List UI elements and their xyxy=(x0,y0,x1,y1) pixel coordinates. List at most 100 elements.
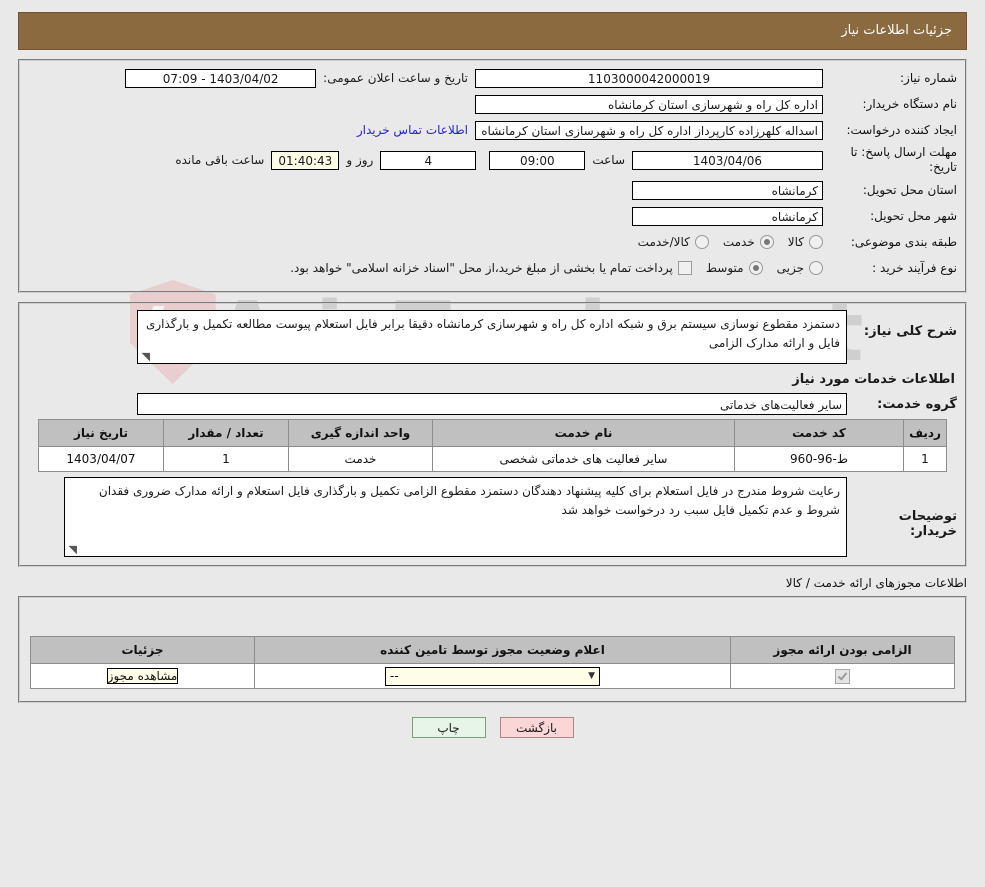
cell-permit-details: مشاهده مجوز xyxy=(30,663,255,689)
countdown-timer-field: 01:40:43 xyxy=(271,150,340,170)
row-requester: ایجاد کننده درخواست: اسداله کلهرزاده کار… xyxy=(28,119,957,141)
category-label: طبقه بندی موضوعی: xyxy=(850,234,957,249)
requester-label: ایجاد کننده درخواست: xyxy=(846,122,957,137)
province-label: استان محل تحویل: xyxy=(862,182,957,197)
col-permit-required: الزامی بودن ارائه مجوز xyxy=(730,636,955,664)
col-qty: تعداد / مقدار xyxy=(163,419,289,447)
col-need-date: تاریخ نیاز xyxy=(38,419,164,447)
row-buyer-org: نام دستگاه خریدار: اداره کل راه و شهرساز… xyxy=(28,93,957,115)
permit-required-checkbox xyxy=(835,668,850,684)
row-buyer-notes: توضیحات خریدار: رعایت شروط مندرج در فایل… xyxy=(28,477,957,557)
description-textarea[interactable]: دستمزد مقطوع نوسازی سیستم برق و شبکه ادا… xyxy=(137,310,847,364)
table-row: ▼ -- مشاهده مجوز xyxy=(30,663,955,689)
city-field: کرمانشاه xyxy=(632,206,823,226)
table-row: 1 ط-96-960 سایر فعالیت های خدماتی شخصی خ… xyxy=(38,446,947,472)
buyer-org-field: اداره کل راه و شهرسازی استان کرمانشاه xyxy=(475,94,823,114)
announce-date-field: 1403/04/02 - 07:09 xyxy=(125,68,317,88)
cell-permit-status: ▼ -- xyxy=(254,663,731,689)
buyer-org-label: نام دستگاه خریدار: xyxy=(862,96,958,111)
print-button[interactable]: چاپ xyxy=(411,717,486,738)
service-group-label: گروه خدمت: xyxy=(877,396,957,412)
radio-icon xyxy=(694,235,709,249)
payment-note-checkbox[interactable]: پرداخت تمام یا بخشی از مبلغ خرید،از محل … xyxy=(290,261,692,275)
permits-table: الزامی بودن ارائه مجوز اعلام وضعیت مجوز … xyxy=(30,636,955,689)
row-service-group: گروه خدمت: سایر فعالیت‌های خدماتی xyxy=(28,393,957,415)
process-radio-jozei[interactable]: جزیی xyxy=(777,261,823,275)
need-number-label: شماره نیاز: xyxy=(900,70,957,85)
footer-buttons: بازگشت چاپ xyxy=(0,717,985,738)
province-field: کرمانشاه xyxy=(632,180,823,200)
radio-icon xyxy=(809,235,823,249)
permits-panel: الزامی بودن ارائه مجوز اعلام وضعیت مجوز … xyxy=(18,596,967,703)
category-option-label: کالا xyxy=(787,235,804,249)
announce-label: تاریخ و ساعت اعلان عمومی: xyxy=(323,71,468,85)
process-label: نوع فرآیند خرید : xyxy=(872,260,957,275)
buyer-notes-text: رعایت شروط مندرج در فایل استعلام برای کل… xyxy=(98,484,840,517)
buyer-notes-textarea[interactable]: رعایت شروط مندرج در فایل استعلام برای کل… xyxy=(64,477,847,557)
checkbox-icon xyxy=(677,261,692,275)
services-section-title: اطلاعات خدمات مورد نیاز xyxy=(792,372,955,387)
cell-code: ط-96-960 xyxy=(734,446,904,472)
services-table-wrap: ردیف کد خدمت نام خدمت واحد اندازه گیری ت… xyxy=(28,419,957,472)
days-label: روز و xyxy=(346,153,374,167)
requester-field: اسداله کلهرزاده کارپرداز اداره کل راه و … xyxy=(475,120,823,140)
deadline-time-field: 09:00 xyxy=(489,150,586,170)
radio-icon xyxy=(748,261,763,275)
permits-section-title: اطلاعات مجوزهای ارائه خدمت / کالا xyxy=(785,576,967,590)
row-description: شرح کلی نیاز: دستمزد مقطوع نوسازی سیستم … xyxy=(28,310,957,364)
back-button[interactable]: بازگشت xyxy=(499,717,574,738)
services-table-header-row: ردیف کد خدمت نام خدمت واحد اندازه گیری ت… xyxy=(38,419,947,447)
col-permit-details: جزئیات xyxy=(30,636,255,664)
description-services-panel: شرح کلی نیاز: دستمزد مقطوع نوسازی سیستم … xyxy=(18,302,967,567)
permit-status-select[interactable]: ▼ -- xyxy=(385,666,600,686)
cell-row: 1 xyxy=(903,446,947,472)
service-group-field: سایر فعالیت‌های خدماتی xyxy=(137,393,847,415)
col-name: نام خدمت xyxy=(432,419,735,447)
category-radio-kala[interactable]: کالا xyxy=(788,235,823,249)
col-unit: واحد اندازه گیری xyxy=(288,419,433,447)
chevron-down-icon: ▼ xyxy=(588,670,595,681)
col-permit-status: اعلام وضعیت مجوز توسط تامین کننده xyxy=(254,636,731,664)
category-radio-kala-khedmat[interactable]: کالا/خدمت xyxy=(638,235,709,249)
permit-status-value: -- xyxy=(390,668,399,683)
view-permit-button[interactable]: مشاهده مجوز xyxy=(106,668,179,684)
buyer-notes-label: توضیحات خریدار: xyxy=(898,509,957,539)
row-city: شهر محل تحویل: کرمانشاه xyxy=(28,205,957,227)
deadline-label: مهلت ارسال پاسخ: تا تاریخ: xyxy=(850,145,957,174)
remaining-label: ساعت باقی مانده xyxy=(175,153,265,167)
row-deadline: مهلت ارسال پاسخ: تا تاریخ: 1403/04/06 سا… xyxy=(28,145,957,175)
deadline-date-field: 1403/04/06 xyxy=(632,150,823,170)
need-info-panel: شماره نیاز: 1103000042000019 تاریخ و ساع… xyxy=(18,59,967,293)
category-option-label: کالا/خدمت xyxy=(637,235,690,249)
hour-label: ساعت xyxy=(592,153,625,167)
services-table: ردیف کد خدمت نام خدمت واحد اندازه گیری ت… xyxy=(38,419,947,472)
cell-need-date: 1403/04/07 xyxy=(38,446,164,472)
radio-icon xyxy=(809,261,823,275)
resize-grip-icon[interactable]: ◥ xyxy=(67,544,77,555)
buyer-contact-link[interactable]: اطلاعات تماس خریدار xyxy=(350,123,475,137)
col-code: کد خدمت xyxy=(734,419,904,447)
need-number-field: 1103000042000019 xyxy=(475,68,823,88)
col-row: ردیف xyxy=(903,419,947,447)
row-category: طبقه بندی موضوعی: کالا خدمت کالا/خدمت xyxy=(28,231,957,253)
permits-table-header-row: الزامی بودن ارائه مجوز اعلام وضعیت مجوز … xyxy=(30,636,955,664)
cell-permit-required xyxy=(730,663,955,689)
payment-note-label: پرداخت تمام یا بخشی از مبلغ خرید،از محل … xyxy=(290,261,673,275)
remaining-days-field: 4 xyxy=(380,150,477,170)
cell-qty: 1 xyxy=(163,446,289,472)
row-need-number: شماره نیاز: 1103000042000019 تاریخ و ساع… xyxy=(28,67,957,89)
row-process-type: نوع فرآیند خرید : جزیی متوسط پرداخت تمام… xyxy=(28,257,957,279)
cell-name: سایر فعالیت های خدماتی شخصی xyxy=(432,446,735,472)
process-option-label: جزیی xyxy=(776,261,804,275)
description-label: شرح کلی نیاز: xyxy=(863,324,957,339)
row-province: استان محل تحویل: کرمانشاه xyxy=(28,179,957,201)
process-radio-motevaset[interactable]: متوسط xyxy=(706,261,763,275)
process-option-label: متوسط xyxy=(705,261,744,275)
city-label: شهر محل تحویل: xyxy=(870,208,957,223)
resize-grip-icon[interactable]: ◥ xyxy=(140,351,150,362)
cell-unit: خدمت xyxy=(288,446,433,472)
category-radio-khedmat[interactable]: خدمت xyxy=(723,235,774,249)
page-title: جزئیات اطلاعات نیاز xyxy=(18,12,967,50)
category-option-label: خدمت xyxy=(722,235,755,249)
description-text: دستمزد مقطوع نوسازی سیستم برق و شبکه ادا… xyxy=(145,317,840,350)
